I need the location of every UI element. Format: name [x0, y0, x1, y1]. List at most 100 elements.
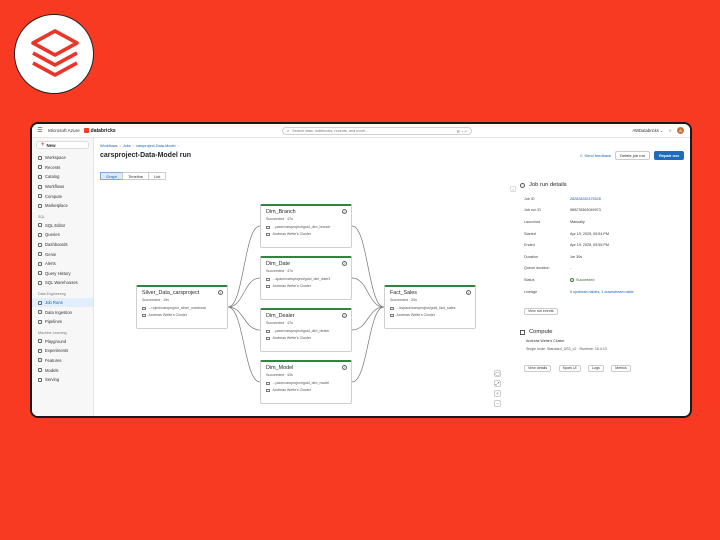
- node-dim-dealer[interactable]: Dim_Dealer ✓ Succeeded · 47s ...pace/car…: [260, 308, 352, 352]
- sidebar-item-sql-warehouses[interactable]: SQL Warehouses: [32, 278, 93, 288]
- node-silver-data[interactable]: Silver_Data_carsproject ✓ Succeeded · 19…: [136, 285, 228, 329]
- sidebar-item-playground[interactable]: Playground: [32, 337, 93, 347]
- node-title: Dim_Model: [266, 365, 294, 371]
- detail-key: Started: [524, 231, 536, 236]
- dashboards-icon: [38, 242, 42, 247]
- node-title: Dim_Date: [266, 261, 290, 267]
- zoom-in-icon[interactable]: +: [494, 390, 501, 397]
- section-data-engineering: Data Engineering: [38, 291, 66, 296]
- sidebar-item-compute[interactable]: Compute: [32, 191, 93, 201]
- new-button[interactable]: + New: [36, 141, 89, 149]
- avatar[interactable]: A: [677, 127, 684, 134]
- databricks-logo-icon: [31, 29, 79, 77]
- sidebar-item-workspace[interactable]: Workspace: [32, 153, 93, 163]
- sidebar-item-data-ingestion[interactable]: Data Ingestion: [32, 307, 93, 317]
- view-run-events-button[interactable]: View run events: [524, 307, 558, 316]
- minimap-icon[interactable]: ▢: [494, 370, 501, 377]
- detail-value: 1m 30s: [570, 254, 583, 259]
- tab-list[interactable]: List: [148, 172, 167, 180]
- sidebar-item-query-history[interactable]: Query History: [32, 269, 93, 279]
- lineage-link[interactable]: 5 upstream tables, 1 downstream table: [570, 290, 634, 294]
- graph-canvas[interactable]: Silver_Data_carsproject ✓ Succeeded · 19…: [94, 182, 508, 416]
- sidebar-item-label: SQL Warehouses: [45, 280, 78, 286]
- sidebar-item-label: SQL Editor: [45, 222, 66, 228]
- check-circle-icon: ✓: [342, 365, 347, 370]
- fit-view-icon[interactable]: ⤢: [494, 380, 501, 387]
- view-details-button[interactable]: View details: [524, 364, 552, 373]
- logs-button[interactable]: Logs: [588, 364, 604, 373]
- sparkle-icon[interactable]: ✧: [668, 128, 672, 133]
- breadcrumb-job[interactable]: carsproject-Data-Model: [136, 144, 175, 148]
- playground-icon: [38, 339, 42, 344]
- section-machine-learning: Machine Learning: [38, 330, 67, 335]
- databricks-brand[interactable]: databricks: [83, 127, 116, 134]
- pipelines-icon: [38, 319, 42, 324]
- detail-key: Lineage: [524, 289, 538, 294]
- sidebar-item-models[interactable]: Models: [32, 365, 93, 375]
- sidebar-item-genie[interactable]: Genie: [32, 249, 93, 259]
- workflows-icon: [38, 184, 42, 189]
- node-status: Succeeded · 47s: [266, 269, 293, 273]
- edge-dealer-fact: [351, 306, 385, 331]
- sidebar-item-dashboards[interactable]: Dashboards: [32, 240, 93, 250]
- search-input[interactable]: ⌕ Search data, notebooks, recents, and m…: [282, 127, 472, 135]
- brand-label: databricks: [90, 127, 116, 134]
- metrics-button[interactable]: Metrics: [611, 364, 631, 373]
- breadcrumb-jobs[interactable]: Jobs: [123, 144, 131, 148]
- sidebar-item-catalog[interactable]: Catalog: [32, 172, 93, 182]
- sidebar-item-job-runs[interactable]: Job Runs: [32, 297, 93, 308]
- details-title: Job run details: [529, 182, 567, 188]
- sidebar-item-features[interactable]: Features: [32, 356, 93, 366]
- node-dim-branch[interactable]: Dim_Branch ✓ Succeeded · 47s ...pace/car…: [260, 204, 352, 248]
- repair-run-button[interactable]: Repair run: [653, 151, 684, 160]
- sidebar-item-label: Alerts: [45, 261, 56, 267]
- query-history-icon: [38, 271, 42, 276]
- node-cluster: Andreas Wette's Cluster: [272, 232, 312, 236]
- node-fact-sales[interactable]: Fact_Sales ✓ Succeeded · 20s ...kspace/c…: [384, 285, 476, 329]
- azure-label: Microsoft Azure: [48, 128, 80, 133]
- sidebar-item-alerts[interactable]: Alerts: [32, 259, 93, 269]
- search-placeholder: Search data, notebooks, recents, and mor…: [292, 129, 369, 133]
- node-dim-model[interactable]: Dim_Model ✓ Succeeded · 43s ...pace/cars…: [260, 360, 352, 404]
- sidebar-item-label: Features: [45, 357, 62, 363]
- catalog-icon: [38, 174, 42, 179]
- folder-icon: [266, 225, 270, 229]
- sidebar-item-queries[interactable]: Queries: [32, 230, 93, 240]
- send-feedback-link[interactable]: ☺ Send feedback: [579, 153, 611, 158]
- sidebar-item-pipelines[interactable]: Pipelines: [32, 317, 93, 327]
- detail-ended: Ended Apr 19, 2025, 05:55 PM: [520, 239, 684, 251]
- zoom-out-icon[interactable]: −: [494, 400, 501, 407]
- node-title: Silver_Data_carsproject: [142, 290, 200, 296]
- menu-icon[interactable]: ☰: [32, 127, 48, 134]
- tab-graph[interactable]: Graph: [100, 172, 124, 180]
- sidebar-item-workflows[interactable]: Workflows: [32, 182, 93, 192]
- detail-value: Apr 19, 2025, 05:54 PM: [570, 231, 609, 236]
- compute-icon: [38, 194, 42, 199]
- spark-ui-button[interactable]: Spark UI: [558, 364, 581, 373]
- node-cluster: Andreas Wette's Cluster: [396, 313, 436, 317]
- sidebar-item-experiments[interactable]: Experiments: [32, 346, 93, 356]
- tab-timeline[interactable]: Timeline: [122, 172, 150, 180]
- job-run-details-panel: Job run details Job ID 282828282475528 Jo…: [520, 182, 684, 416]
- sidebar-item-marketplace[interactable]: Marketplace: [32, 201, 93, 211]
- collapse-panel-icon[interactable]: ›: [510, 186, 516, 192]
- job-id-link[interactable]: 282828282475528: [570, 197, 601, 201]
- breadcrumb-workflows[interactable]: Workflows: [100, 144, 117, 148]
- delete-job-run-button[interactable]: Delete job run: [615, 151, 650, 160]
- node-dim-date[interactable]: Dim_Date ✓ Succeeded · 47s ...space/cars…: [260, 256, 352, 300]
- edge-branch-fact: [351, 225, 385, 308]
- sidebar-item-sql-editor[interactable]: SQL Editor: [32, 221, 93, 231]
- detail-status: Status Succeeded: [520, 274, 684, 286]
- node-cluster: Andreas Wette's Cluster: [272, 388, 312, 392]
- clock-icon: [520, 182, 525, 188]
- workspace-icon: [38, 155, 42, 160]
- workspace-switcher[interactable]: AWDatabricks ⌄: [632, 128, 663, 133]
- sidebar-item-recents[interactable]: Recents: [32, 163, 93, 173]
- sidebar-item-serving[interactable]: Serving: [32, 375, 93, 385]
- cluster-icon: [266, 232, 270, 236]
- view-tabs: Graph Timeline List: [100, 172, 167, 180]
- marketplace-icon: [38, 203, 42, 208]
- node-path: ...space/carsproject/gold_dim_date3: [272, 277, 331, 281]
- compute-cluster-name[interactable]: Andreas Wette's Cluster: [520, 339, 684, 343]
- databricks-mini-icon: [83, 128, 89, 133]
